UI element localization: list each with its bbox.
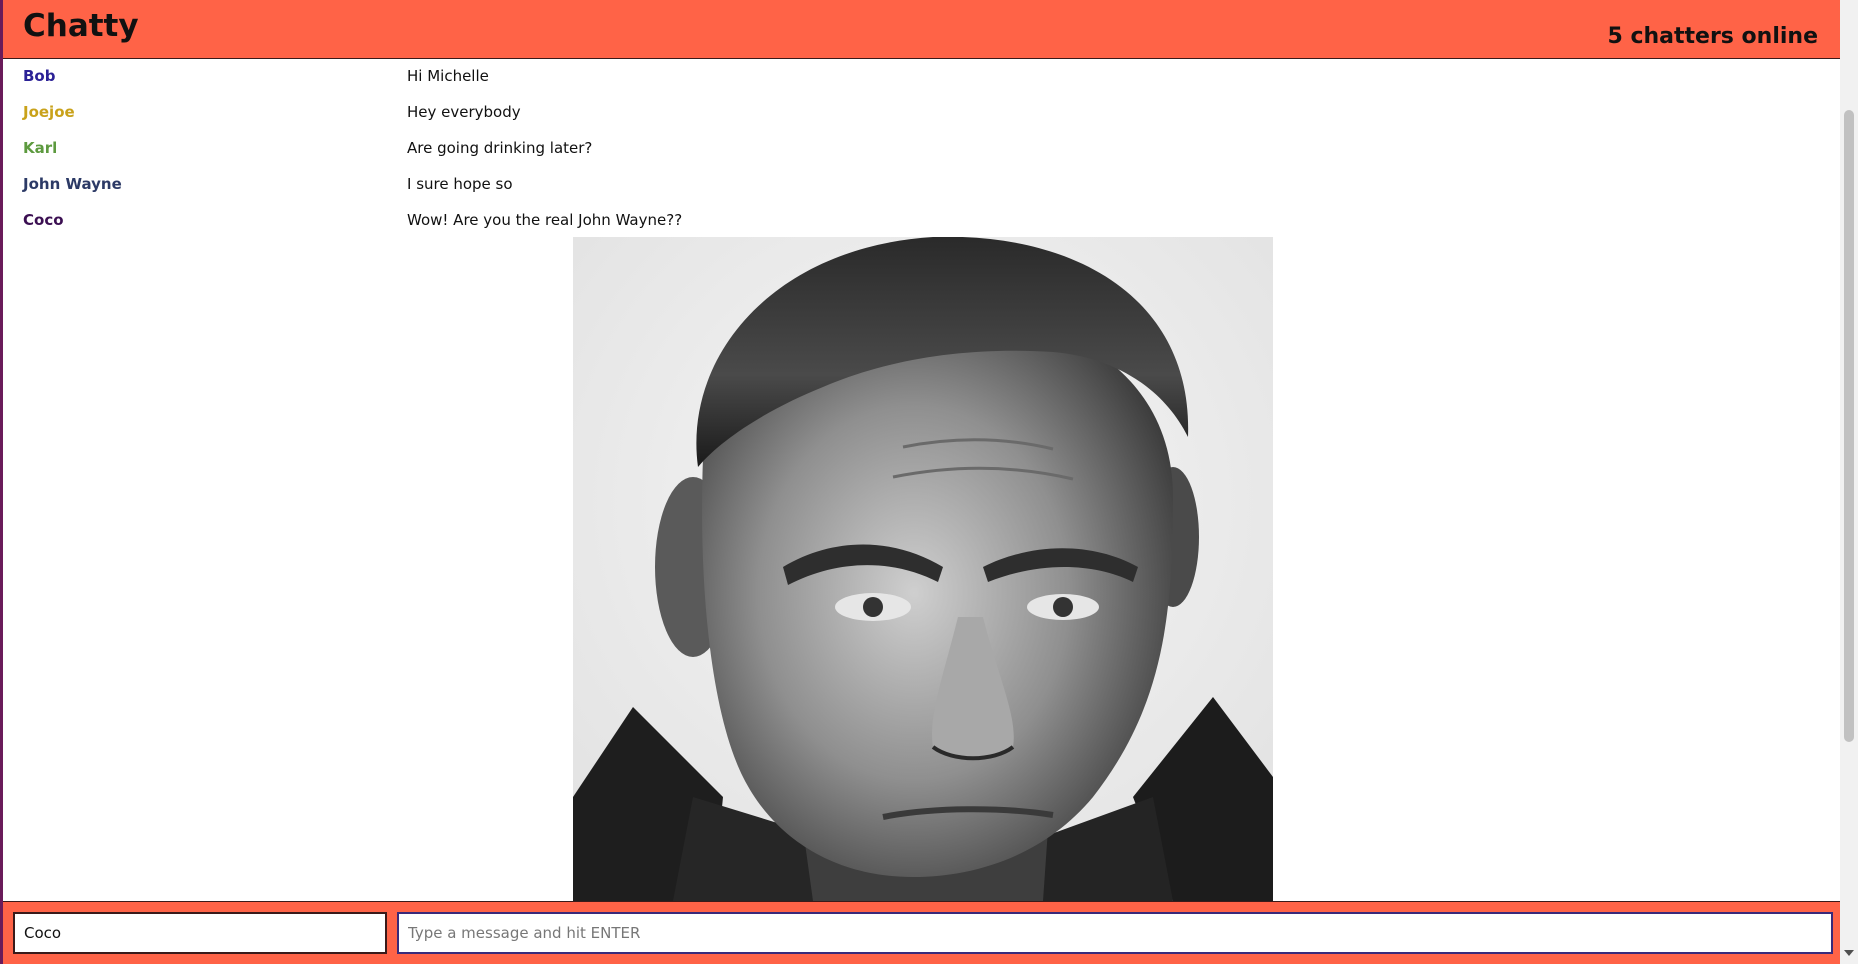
message-text: Hi Michelle: [407, 67, 489, 85]
message-row: John Wayne I sure hope so: [3, 167, 1840, 203]
portrait-image: [573, 237, 1273, 901]
message-text: Wow! Are you the real John Wayne??: [407, 211, 683, 229]
message-text: I sure hope so: [407, 175, 513, 193]
message-author: Karl: [23, 139, 58, 157]
message-input[interactable]: [397, 912, 1833, 954]
message-text: Are going drinking later?: [407, 139, 593, 157]
scroll-down-arrow-icon[interactable]: [1844, 950, 1854, 956]
app-header: Chatty 5 chatters online: [3, 0, 1840, 59]
message-author: John Wayne: [23, 175, 122, 193]
shared-photo: [573, 237, 1273, 901]
chat-app: Chatty 5 chatters online Bob Hi Michelle…: [0, 0, 1840, 964]
composer-bar: [3, 901, 1840, 964]
page-scrollbar[interactable]: [1840, 0, 1858, 964]
username-input[interactable]: [13, 912, 387, 954]
message-list[interactable]: Bob Hi Michelle Joejoe Hey everybody Kar…: [3, 59, 1840, 901]
message-row: Karl Are going drinking later?: [3, 131, 1840, 167]
online-count: 5 chatters online: [1607, 24, 1818, 49]
message-text: Hey everybody: [407, 103, 521, 121]
message-author: Joejoe: [23, 103, 75, 121]
message-row: Bob Hi Michelle: [3, 59, 1840, 95]
message-author: Bob: [23, 67, 56, 85]
message-row: Joejoe Hey everybody: [3, 95, 1840, 131]
scrollbar-thumb[interactable]: [1844, 110, 1854, 742]
message-author: Coco: [23, 211, 64, 229]
message-row: Coco Wow! Are you the real John Wayne??: [3, 203, 1840, 239]
app-title: Chatty: [23, 8, 139, 44]
